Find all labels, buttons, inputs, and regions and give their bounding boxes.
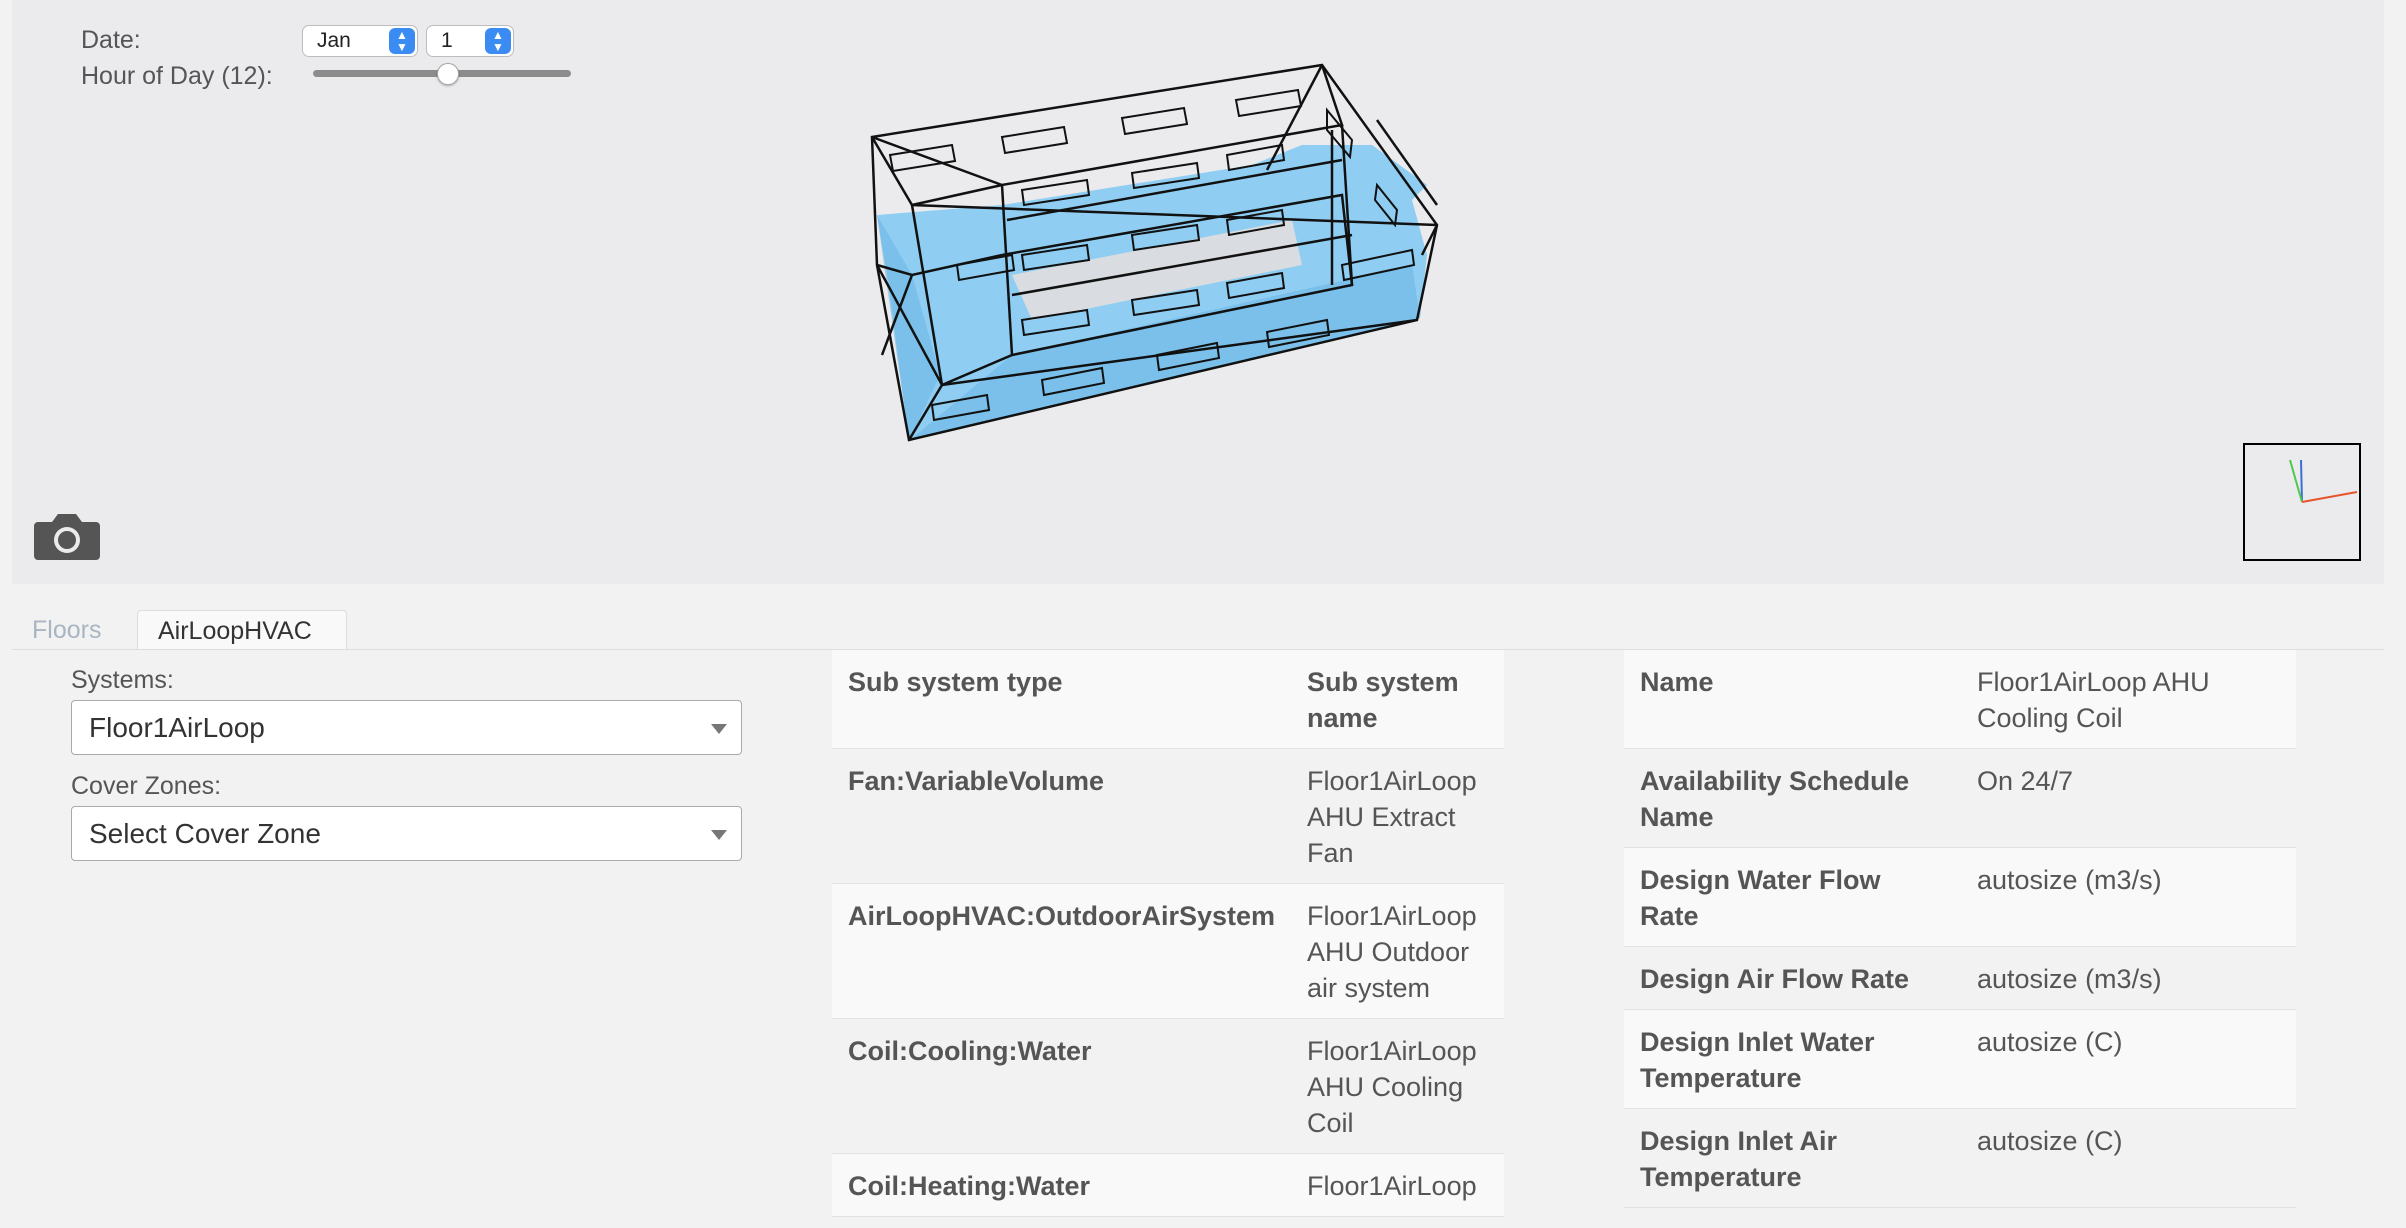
month-value: Jan [317,29,351,52]
tab-airloophvac[interactable]: AirLoopHVAC [137,610,347,650]
table-row[interactable]: Coil:Heating:Water Floor1AirLoop [832,1153,1504,1217]
tab-floors[interactable]: Floors [12,610,137,650]
date-label: Date: [81,26,141,54]
properties-table: Name Floor1AirLoop AHU Cooling Coil Avai… [1624,650,2296,1208]
property-value: autosize (C) [1977,1027,2123,1057]
subsystem-name: Floor1AirLoop AHU Extract Fan [1307,766,1477,868]
axes-gizmo [2243,443,2361,561]
column-header: Sub system type [848,667,1063,697]
property-value: autosize (m3/s) [1977,865,2162,895]
month-select[interactable]: Jan ▲ ▼ [302,25,418,57]
chevron-down-icon [711,724,727,734]
property-value: Floor1AirLoop AHU Cooling Coil [1977,667,2210,733]
subsystem-type: Coil:Heating:Water [848,1171,1090,1201]
property-key: Design Air Flow Rate [1640,964,1910,994]
table-row: Availability Schedule Name On 24/7 [1624,748,2296,848]
property-value: autosize (C) [1977,1126,2123,1156]
axes-icon [2289,459,2358,503]
property-key: Name [1640,667,1714,697]
table-row: Design Water Flow Rate autosize (m3/s) [1624,847,2296,947]
hour-slider-thumb[interactable] [436,63,459,85]
chevron-down-icon [711,830,727,840]
subsystem-name: Floor1AirLoop [1307,1171,1477,1201]
property-key: Design Inlet Air Temperature [1640,1126,1838,1192]
building-3d-model[interactable] [852,55,1452,455]
subsystem-name: Floor1AirLoop AHU Cooling Coil [1307,1036,1477,1138]
subsystem-name: Floor1AirLoop AHU Outdoor air system [1307,901,1477,1003]
3d-viewer[interactable]: Date: Hour of Day (12): Jan ▲ ▼ 1 ▲ ▼ [12,0,2384,584]
property-key: Availability Schedule Name [1640,766,1910,832]
systems-label: Systems: [71,666,174,694]
cover-zones-value: Select Cover Zone [89,818,321,849]
subsystem-type: Coil:Cooling:Water [848,1036,1092,1066]
property-key: Design Inlet Water Temperature [1640,1027,1875,1093]
property-value: autosize (m3/s) [1977,964,2162,994]
table-row[interactable]: Coil:Cooling:Water Floor1AirLoop AHU Coo… [832,1018,1504,1154]
property-key: Design Water Flow Rate [1640,865,1881,931]
column-header: Sub system name [1307,667,1459,733]
month-spinner-icon: ▲ ▼ [389,28,415,54]
camera-icon[interactable] [32,508,102,564]
day-select[interactable]: 1 ▲ ▼ [426,25,514,57]
table-row[interactable]: AirLoopHVAC:OutdoorAirSystem Floor1AirLo… [832,883,1504,1019]
table-row: Design Air Flow Rate autosize (m3/s) [1624,946,2296,1010]
systems-dropdown[interactable]: Floor1AirLoop [71,700,742,755]
property-value: On 24/7 [1977,766,2074,796]
hour-label: Hour of Day (12): [81,62,273,90]
day-spinner-icon: ▲ ▼ [485,28,511,54]
subsystem-type: AirLoopHVAC:OutdoorAirSystem [848,901,1276,931]
table-row: Design Inlet Water Temperature autosize … [1624,1009,2296,1109]
systems-value: Floor1AirLoop [89,712,265,743]
table-row: Design Inlet Air Temperature autosize (C… [1624,1108,2296,1208]
subsystem-type: Fan:VariableVolume [848,766,1105,796]
subsystems-table: Sub system type Sub system name Fan:Vari… [832,650,1504,1217]
table-header-row: Sub system type Sub system name [832,650,1504,749]
table-row: Name Floor1AirLoop AHU Cooling Coil [1624,650,2296,749]
table-row[interactable]: Fan:VariableVolume Floor1AirLoop AHU Ext… [832,748,1504,884]
cover-zones-label: Cover Zones: [71,772,222,800]
cover-zones-dropdown[interactable]: Select Cover Zone [71,806,742,861]
day-value: 1 [441,29,453,52]
